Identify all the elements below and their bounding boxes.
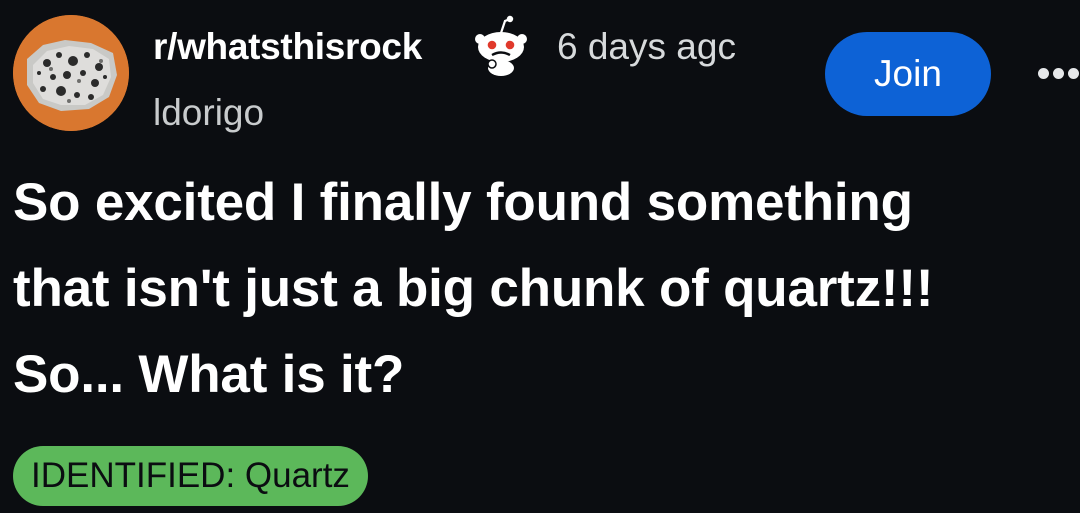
rock-avatar-icon bbox=[13, 15, 129, 131]
post-timestamp: 6 days agc bbox=[557, 26, 736, 67]
join-button[interactable]: Join bbox=[825, 32, 991, 116]
post-title-line: So excited I finally found something bbox=[13, 173, 913, 232]
more-options-icon[interactable] bbox=[1036, 64, 1080, 84]
post-title[interactable]: So excited I finally found something tha… bbox=[13, 160, 1075, 418]
more-dot bbox=[1053, 68, 1064, 79]
subreddit-name[interactable]: r/whatsthisrock bbox=[153, 26, 422, 68]
more-dot bbox=[1068, 68, 1079, 79]
post-title-line: that isn't just a big chunk of quartz!!! bbox=[13, 259, 934, 318]
snoo-thinking-icon bbox=[475, 15, 527, 76]
post-card: r/whatsthisrock 6 days agc ldorigo Join … bbox=[0, 0, 1080, 513]
subreddit-avatar[interactable] bbox=[13, 15, 129, 131]
more-dot bbox=[1038, 68, 1049, 79]
post-author[interactable]: ldorigo bbox=[153, 92, 264, 134]
post-flair-badge[interactable]: IDENTIFIED: Quartz bbox=[13, 446, 368, 506]
post-title-line: So... What is it? bbox=[13, 345, 405, 404]
